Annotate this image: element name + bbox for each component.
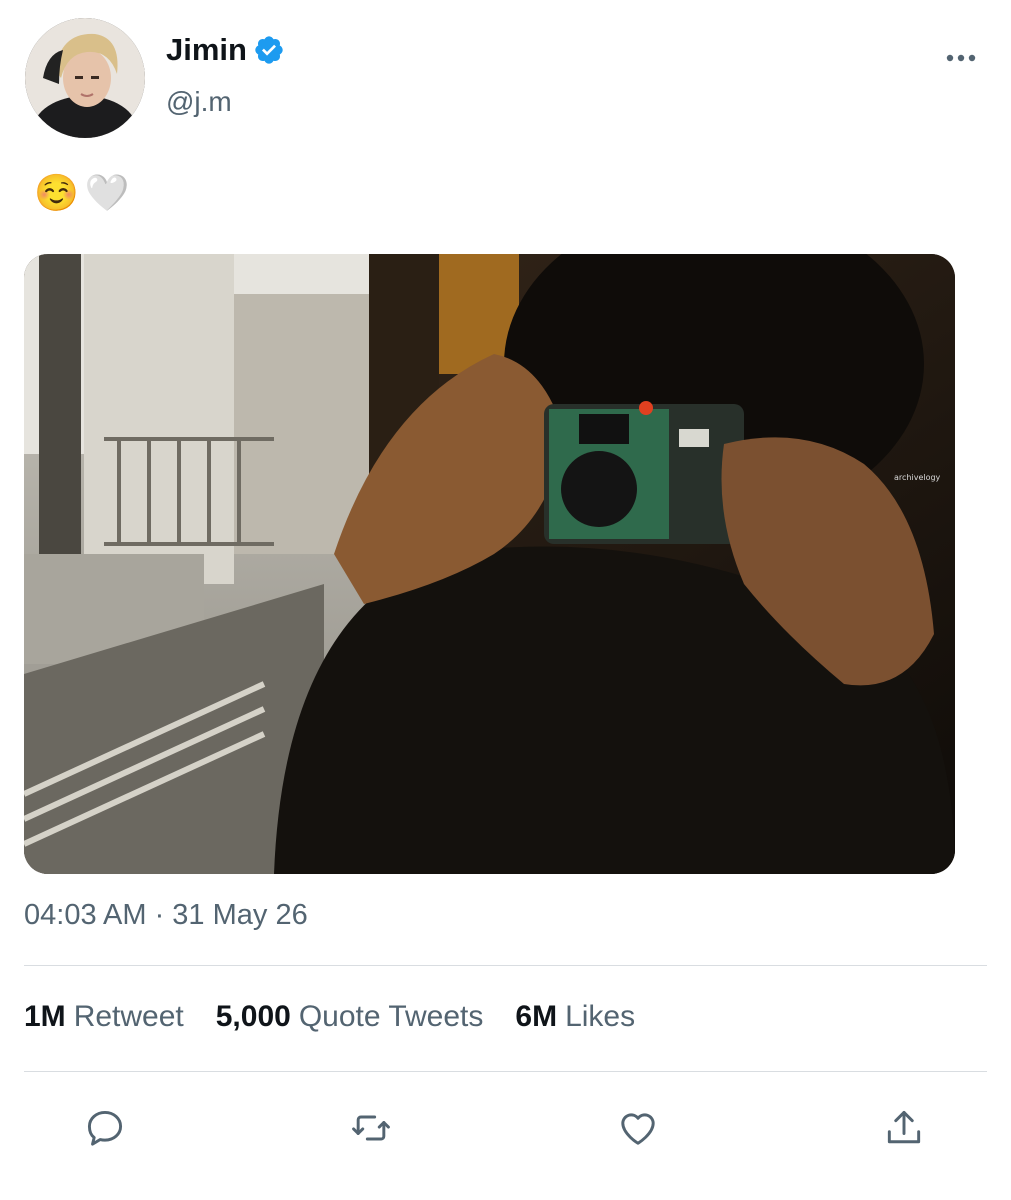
avatar-image [25, 18, 145, 138]
author-handle[interactable]: @j.m [166, 86, 232, 118]
author-name[interactable]: Jimin [166, 32, 247, 68]
reply-button[interactable] [83, 1106, 127, 1150]
tweet-text: ☺️ 🤍 [34, 172, 130, 216]
more-dots-icon [946, 54, 976, 62]
tweet-timestamp[interactable]: 04:03 AM · 31 May 26 [24, 899, 308, 932]
like-button[interactable] [616, 1106, 660, 1150]
photo-content: archivelogy [24, 254, 955, 874]
likes-count: 6M [515, 1000, 558, 1033]
tweet-stats: 1M Retweet 5,000 Quote Tweets 6M Likes [24, 1000, 667, 1034]
share-icon [887, 1110, 921, 1144]
retweet-icon [352, 1115, 390, 1141]
retweet-label: Retweet [73, 1000, 184, 1033]
heart-icon [621, 1113, 655, 1145]
likes-stat[interactable]: 6M Likes [515, 1000, 635, 1034]
quote-tweets-label: Quote Tweets [298, 1000, 484, 1033]
retweet-stat[interactable]: 1M Retweet [24, 1000, 184, 1034]
divider-bottom [24, 1071, 987, 1072]
retweet-count: 1M [24, 1000, 66, 1033]
likes-label: Likes [565, 1000, 636, 1033]
quote-tweets-stat[interactable]: 5,000 Quote Tweets [216, 1000, 484, 1034]
share-button[interactable] [882, 1106, 926, 1150]
author-name-row[interactable]: Jimin [166, 32, 285, 68]
retweet-button[interactable] [349, 1106, 393, 1150]
tweet-photo[interactable]: archivelogy [24, 254, 955, 874]
more-options-button[interactable] [944, 48, 978, 68]
smiling-face-emoji: ☺️ [34, 173, 79, 214]
quote-tweets-count: 5,000 [215, 1000, 291, 1033]
verified-badge-icon [255, 36, 283, 64]
photo-watermark: archivelogy [894, 473, 941, 482]
avatar[interactable] [25, 18, 145, 138]
divider-top [24, 965, 987, 966]
white-heart-emoji: 🤍 [84, 173, 130, 214]
reply-icon [87, 1110, 123, 1146]
